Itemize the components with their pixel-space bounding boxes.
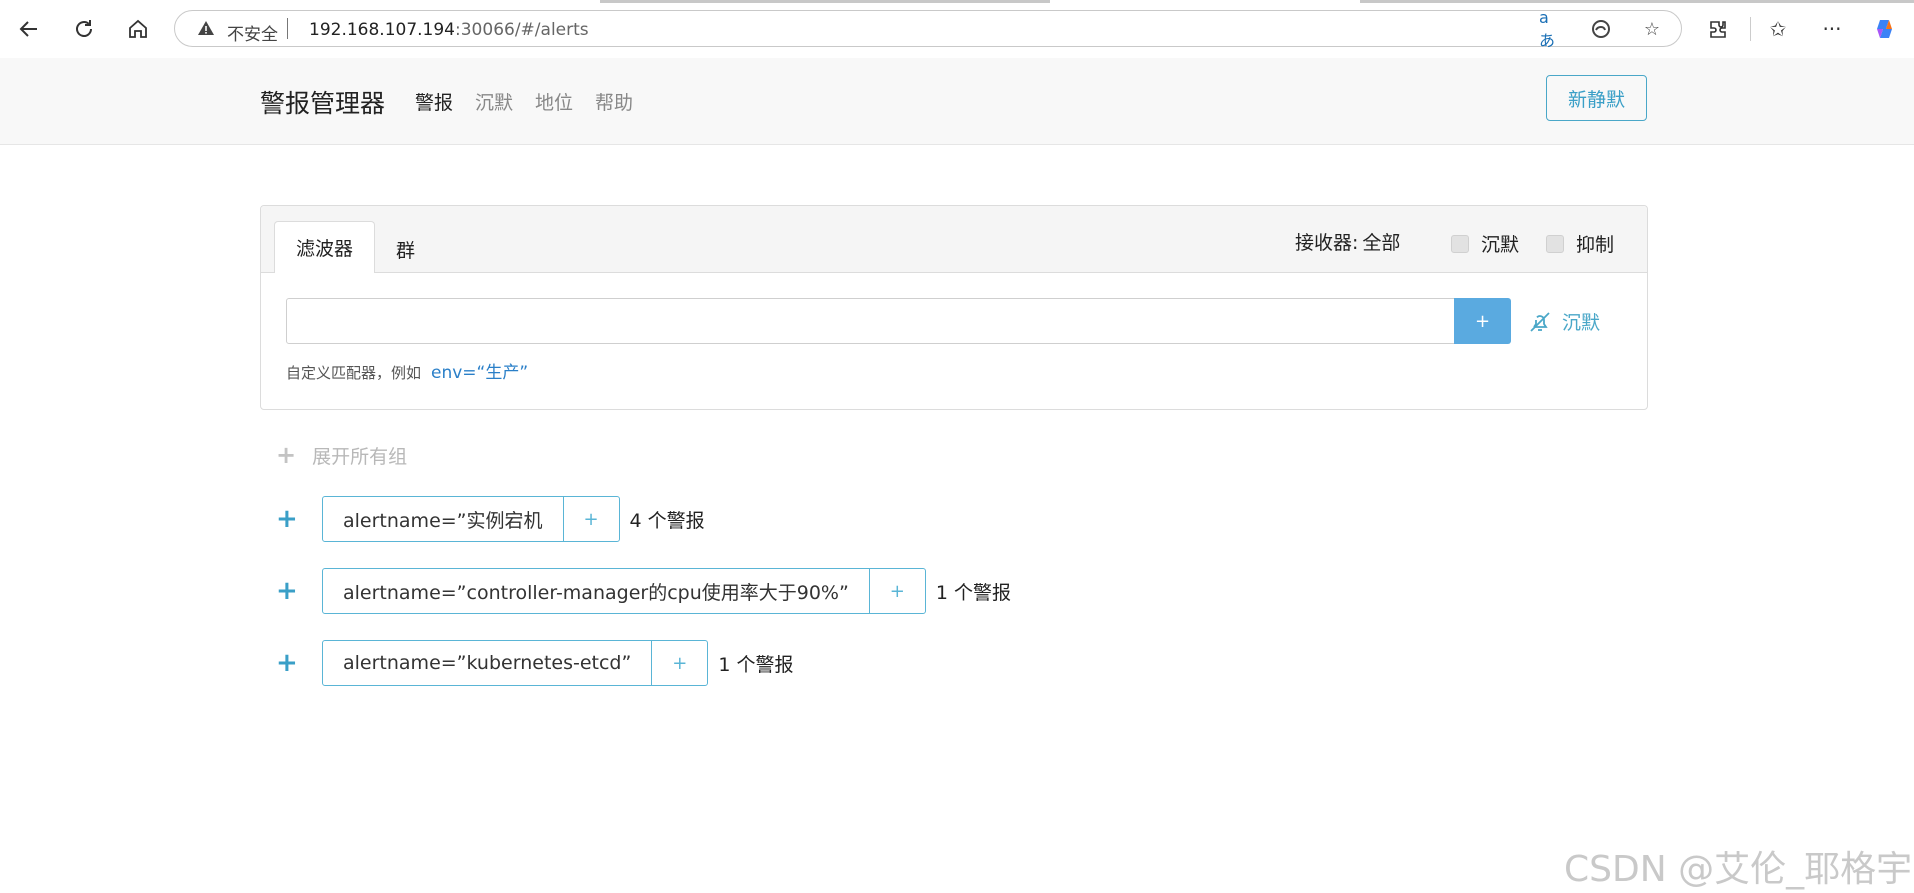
receiver-label: 接收器: <box>1295 232 1359 254</box>
silenced-checkbox-label: 沉默 <box>1481 234 1520 256</box>
address-bar[interactable]: 不安全 192.168.107.194:30066/#/alerts aあ ☆ <box>174 8 1682 50</box>
favorites-icon[interactable]: ✩ <box>1762 13 1794 45</box>
refresh-icon[interactable] <box>68 13 100 45</box>
alert-group: + alertname=”实例宕机 + 4 个警报 <box>276 496 705 542</box>
star-icon[interactable]: ☆ <box>1640 17 1664 41</box>
insecure-label: 不安全 <box>227 25 278 45</box>
add-group-filter-button[interactable]: + <box>562 497 619 541</box>
filter-card: 滤波器 群 接收器: 全部 沉默 抑制 + 沉默 自定义匹配器，例如 env=“生产… <box>260 205 1648 410</box>
group-label-text: alertname=”controller-manager的cpu使用率大于90… <box>343 581 849 604</box>
group-label-text: alertname=”kubernetes-etcd” <box>343 652 632 674</box>
group-label: alertname=”实例宕机 + <box>322 496 620 542</box>
hint-text: 自定义匹配器，例如 <box>286 364 422 382</box>
matcher-hint: 自定义匹配器，例如 env=“生产” <box>286 358 528 383</box>
brand-title[interactable]: 警报管理器 <box>260 84 385 120</box>
matcher-input[interactable] <box>286 298 1455 344</box>
browser-toolbar: 不安全 192.168.107.194:30066/#/alerts aあ ☆ … <box>0 0 1914 59</box>
expand-group-icon[interactable]: + <box>276 576 322 606</box>
warning-icon[interactable] <box>197 19 215 41</box>
receiver-selector[interactable]: 接收器: 全部 <box>1295 228 1400 255</box>
checkbox-box[interactable] <box>1546 234 1564 253</box>
home-icon[interactable] <box>122 13 154 45</box>
address-separator <box>287 18 288 39</box>
watermark: CSDN @艾伦_耶格宇 <box>1564 849 1913 890</box>
filter-card-header: 滤波器 群 接收器: 全部 沉默 抑制 <box>261 206 1647 273</box>
app-navbar: 警报管理器 警报 沉默 地位 帮助 新静默 <box>0 58 1914 145</box>
toolbar-divider <box>1750 17 1751 41</box>
bell-slash-icon <box>1530 311 1550 332</box>
nav-silences[interactable]: 沉默 <box>475 88 513 115</box>
url-host: 192.168.107.194 <box>309 20 456 40</box>
group-label: alertname=”kubernetes-etcd” + <box>322 640 709 686</box>
receiver-value: 全部 <box>1362 232 1401 254</box>
new-silence-button[interactable]: 新静默 <box>1546 75 1647 121</box>
tab-group[interactable]: 群 <box>396 236 415 263</box>
silenced-checkbox[interactable]: 沉默 <box>1451 230 1519 257</box>
tab-strip-indicator <box>1360 0 1914 3</box>
plus-icon: + <box>276 441 297 469</box>
edge-icon[interactable] <box>1589 17 1613 41</box>
hint-example: env=“生产” <box>431 363 529 383</box>
url-path: :30066/#/alerts <box>455 20 589 40</box>
nav-alerts[interactable]: 警报 <box>415 88 453 115</box>
copilot-icon[interactable] <box>1870 13 1902 45</box>
alert-count: 1 个警报 <box>718 653 794 676</box>
add-group-filter-button[interactable]: + <box>651 641 707 685</box>
checkbox-box[interactable] <box>1451 234 1469 253</box>
expand-all-label: 展开所有组 <box>312 445 408 468</box>
tab-strip-indicator <box>600 0 1050 3</box>
group-label: alertname=”controller-manager的cpu使用率大于90… <box>322 568 926 614</box>
translate-icon[interactable]: aあ <box>1539 8 1563 50</box>
alert-group: + alertname=”kubernetes-etcd” + 1 个警报 <box>276 640 793 686</box>
group-label-text: alertname=”实例宕机 <box>343 509 543 532</box>
expand-all-groups[interactable]: + 展开所有组 <box>276 441 407 469</box>
inhibited-checkbox-label: 抑制 <box>1576 234 1615 256</box>
inhibited-checkbox[interactable]: 抑制 <box>1546 230 1614 257</box>
nav-help[interactable]: 帮助 <box>595 88 633 115</box>
alert-group: + alertname=”controller-manager的cpu使用率大于… <box>276 568 1011 614</box>
nav-status[interactable]: 地位 <box>535 88 573 115</box>
url-text[interactable]: 192.168.107.194:30066/#/alerts <box>309 20 589 40</box>
tab-filter[interactable]: 滤波器 <box>274 221 375 273</box>
expand-group-icon[interactable]: + <box>276 648 322 678</box>
alert-count: 1 个警报 <box>935 581 1011 604</box>
alert-count: 4 个警报 <box>629 509 705 532</box>
extensions-icon[interactable] <box>1702 13 1734 45</box>
back-icon[interactable] <box>13 13 45 45</box>
expand-group-icon[interactable]: + <box>276 504 322 534</box>
add-group-filter-button[interactable]: + <box>868 569 925 613</box>
more-icon[interactable]: ··· <box>1816 13 1848 45</box>
silence-filter-link[interactable]: 沉默 <box>1528 308 1600 335</box>
add-matcher-button[interactable]: + <box>1454 298 1511 344</box>
silence-link-label: 沉默 <box>1562 312 1601 334</box>
